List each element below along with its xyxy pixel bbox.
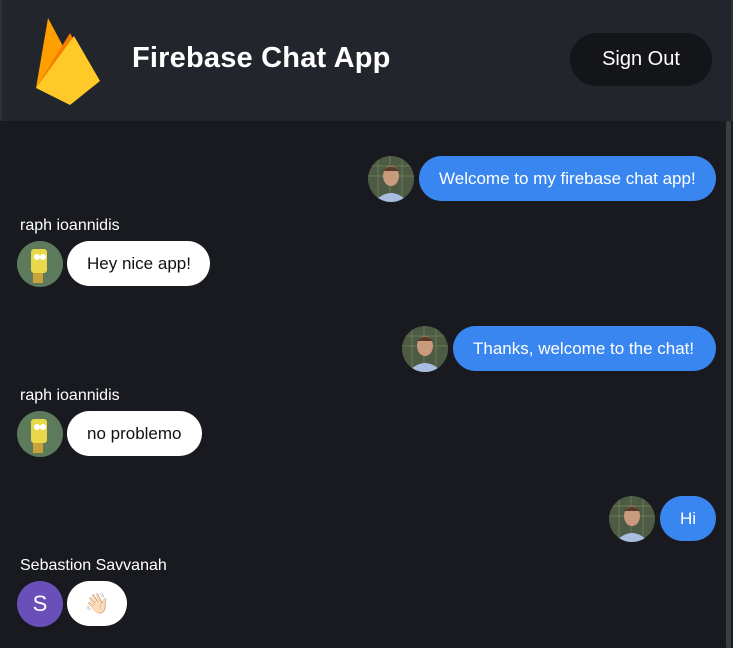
user-photo-icon (609, 496, 655, 542)
message-bubble-received: Hey nice app! (67, 241, 210, 286)
message-bubble-sent: Welcome to my firebase chat app! (419, 156, 716, 201)
sender-name: raph ioannidis (20, 387, 120, 404)
sender-name: Sebastion Savvanah (20, 557, 167, 574)
user-photo-icon (368, 156, 414, 202)
message-bubble-received: no problemo (67, 411, 202, 456)
user-avatar (402, 326, 448, 372)
user-avatar (609, 496, 655, 542)
chat-area[interactable]: Welcome to my firebase chat app! raph io… (0, 121, 733, 648)
spongebob-avatar-icon (17, 241, 63, 287)
user-avatar (368, 156, 414, 202)
firebase-logo-icon (36, 18, 100, 105)
spongebob-avatar-icon (17, 411, 63, 457)
app-title: Firebase Chat App (132, 42, 391, 74)
sender-avatar (17, 411, 63, 457)
app-header: Firebase Chat App Sign Out (0, 0, 733, 121)
letter-avatar: S (17, 581, 63, 627)
message-bubble-received: 👋🏻 (67, 581, 127, 626)
sender-avatar (17, 241, 63, 287)
message-bubble-sent: Thanks, welcome to the chat! (453, 326, 716, 371)
message-bubble-sent: Hi (660, 496, 716, 541)
sign-out-button[interactable]: Sign Out (570, 33, 712, 86)
user-photo-icon (402, 326, 448, 372)
sender-name: raph ioannidis (20, 217, 120, 234)
chat-scrollbar[interactable] (726, 121, 731, 648)
